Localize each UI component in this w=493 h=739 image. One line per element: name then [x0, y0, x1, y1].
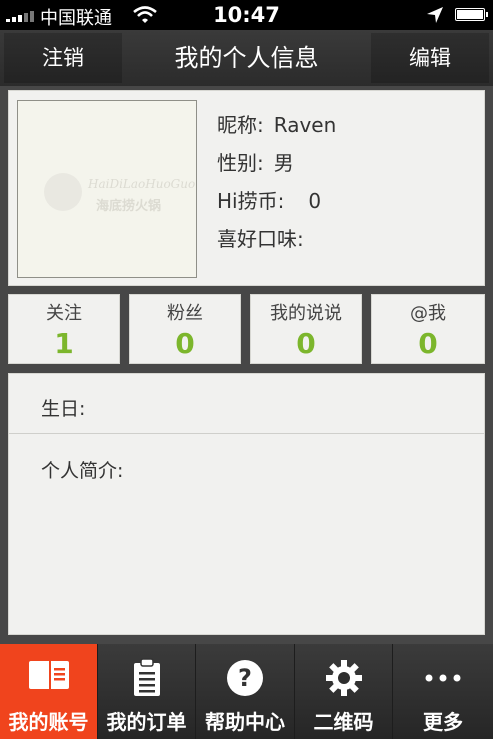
stat-label: @我	[410, 303, 446, 324]
tab-label: 二维码	[313, 710, 374, 734]
tab-label: 更多	[423, 710, 463, 734]
avatar[interactable]: HaiDiLaoHuoGuo 海底捞火锅	[17, 100, 197, 278]
logout-button[interactable]: 注销	[4, 33, 122, 83]
tab-my-orders[interactable]: 我的订单	[98, 644, 196, 739]
coins-row: Hi捞币: 0	[217, 185, 321, 214]
stat-my-posts[interactable]: 我的说说 0	[250, 294, 362, 364]
stat-value: 0	[175, 327, 195, 360]
more-dots-icon	[425, 674, 461, 682]
stat-value: 0	[296, 327, 316, 360]
tab-more[interactable]: 更多	[393, 644, 493, 739]
stat-value: 0	[418, 327, 438, 360]
stat-label: 粉丝	[167, 303, 203, 324]
stat-fans[interactable]: 粉丝 0	[129, 294, 241, 364]
nav-bar: 注销 我的个人信息 编辑	[0, 30, 493, 87]
tab-my-account[interactable]: 我的账号	[0, 644, 98, 739]
tab-bar: 我的账号 我的订单 ? 帮助中心 二维码 更多	[0, 644, 493, 739]
clock: 10:47	[213, 3, 280, 27]
battery-icon	[455, 8, 488, 21]
tab-help-center[interactable]: ? 帮助中心	[196, 644, 295, 739]
tab-label: 帮助中心	[205, 710, 285, 734]
brand-logo-icon	[44, 173, 82, 211]
gender-label: 性别:	[217, 151, 264, 175]
account-card-icon	[28, 661, 69, 689]
content-area: HaiDiLaoHuoGuo 海底捞火锅 昵称: Raven 性别: 男 Hi捞币:…	[0, 86, 493, 644]
bio-label: 个人简介:	[41, 460, 124, 482]
nickname-label: 昵称:	[217, 113, 264, 137]
avatar-logo-text: HaiDiLaoHuoGuo	[88, 177, 196, 191]
avatar-logo-cn: 海底捞火锅	[96, 199, 162, 214]
gear-icon	[325, 660, 362, 696]
coins-value: 0	[308, 189, 322, 213]
stat-label: 关注	[46, 303, 82, 324]
stat-following[interactable]: 关注 1	[8, 294, 120, 364]
nickname-row: 昵称: Raven	[217, 109, 336, 138]
detail-card: 生日: 个人简介:	[8, 373, 485, 635]
birthday-label: 生日:	[41, 398, 86, 420]
stats-row: 关注 1 粉丝 0 我的说说 0 @我 0	[8, 294, 485, 364]
tab-label: 我的账号	[8, 710, 89, 734]
tab-label: 我的订单	[106, 710, 187, 734]
stat-value: 1	[54, 327, 74, 360]
nickname-value: Raven	[273, 113, 337, 137]
coins-label: Hi捞币:	[217, 189, 285, 213]
clipboard-icon	[133, 658, 160, 696]
stat-mentions[interactable]: @我 0	[371, 294, 485, 364]
edit-button[interactable]: 编辑	[371, 33, 489, 83]
status-bar: 中国联通 10:47	[0, 0, 493, 30]
location-arrow-icon	[427, 7, 443, 23]
stat-label: 我的说说	[270, 303, 342, 324]
taste-label: 喜好口味:	[217, 227, 304, 251]
svg-text:?: ?	[238, 664, 252, 692]
gender-row: 性别: 男	[217, 147, 294, 176]
profile-card: HaiDiLaoHuoGuo 海底捞火锅 昵称: Raven 性别: 男 Hi捞币:…	[8, 90, 485, 286]
tab-qr-code[interactable]: 二维码	[295, 644, 393, 739]
question-icon: ?	[227, 660, 263, 696]
gender-value: 男	[273, 151, 294, 175]
birthday-row: 生日:	[9, 374, 484, 434]
taste-row: 喜好口味:	[217, 223, 314, 252]
